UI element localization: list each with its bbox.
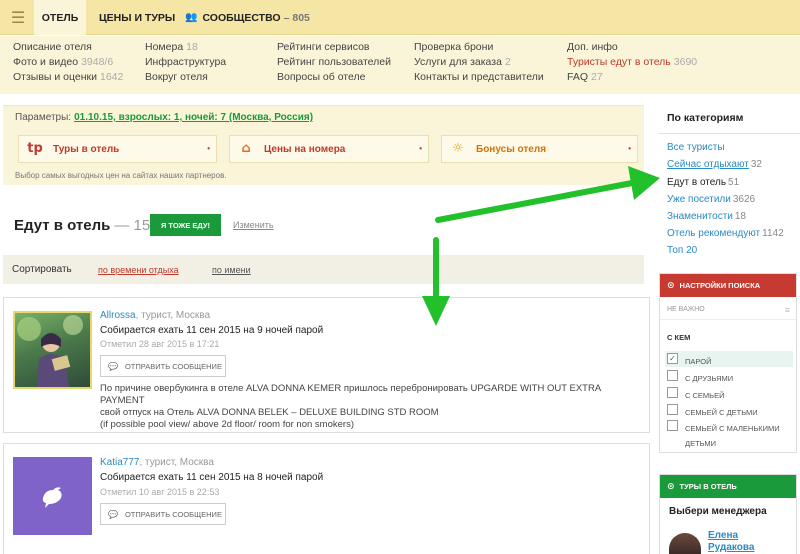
submenu-item[interactable]: Описание отеля: [13, 41, 92, 53]
sidebar-title: По категориям: [667, 112, 744, 124]
option-couple[interactable]: ✓ ПАРОЙ: [665, 351, 793, 367]
traveler-name-line: Allrossa, турист, Москва: [100, 310, 211, 321]
checkbox-icon[interactable]: [667, 404, 678, 415]
search-settings-widget: ⊙ НАСТРОЙКИ ПОИСКА НЕ ВАЖНО ≡ С КЕМ ✓ ПА…: [659, 273, 797, 453]
submenu-item[interactable]: FAQ 27: [567, 71, 603, 83]
option-friends[interactable]: С ДРУЗЬЯМИ: [665, 368, 793, 384]
choose-manager-label: Выбери менеджера: [669, 506, 767, 517]
circle-icon: ⊙: [667, 481, 675, 492]
me-too-button[interactable]: Я ТОЖЕ ЕДУ!: [150, 214, 221, 236]
change-link[interactable]: Изменить: [233, 220, 274, 230]
tab-prices-tours[interactable]: ЦЕНЫ И ТУРЫ: [99, 0, 175, 35]
avatar[interactable]: [13, 457, 92, 535]
dot-icon: •: [207, 144, 210, 153]
bird-icon: [42, 487, 62, 508]
divider: [659, 133, 800, 134]
category-visited[interactable]: Уже посетили 3626: [667, 194, 755, 205]
traveler-name-link[interactable]: Katia777: [100, 457, 139, 468]
submenu-item[interactable]: Фото и видео 3948/6: [13, 56, 113, 68]
submenu-item[interactable]: Проверка брони: [414, 41, 493, 53]
option-family[interactable]: С СЕМЬЕЙ: [665, 385, 793, 401]
category-now-resting[interactable]: Сейчас отдыхают 32: [667, 159, 762, 170]
hotel-submenu: Описание отеля Фото и видео 3948/6 Отзывы…: [0, 36, 800, 94]
search-params-panel: Параметры: 01.10.15, взрослых: 1, ночей: …: [3, 105, 644, 185]
hotel-bonuses-button[interactable]: ☼ Бонусы отеля •: [441, 135, 638, 163]
submenu-item[interactable]: Номера 18: [145, 41, 198, 53]
avatar[interactable]: [13, 311, 92, 389]
traveler-description: По причине овербукинга в отеле ALVA DONN…: [100, 383, 601, 430]
traveler-name-link[interactable]: Allrossa: [100, 310, 136, 321]
marked-date: Отметил 28 авг 2015 в 17:21: [100, 339, 220, 349]
room-prices-button[interactable]: ⌂ Цены на номера •: [229, 135, 429, 163]
search-settings-header[interactable]: ⊙ НАСТРОЙКИ ПОИСКА: [660, 274, 796, 297]
checkbox-icon[interactable]: [667, 420, 678, 431]
marked-date: Отметил 10 авг 2015 в 22:53: [100, 487, 220, 497]
avatar-illustration: [17, 315, 83, 387]
submenu-item[interactable]: Контакты и представители: [414, 71, 544, 83]
tours-widget-header[interactable]: ⊙ ТУРЫ В ОТЕЛЬ: [660, 475, 796, 498]
dot-icon: •: [419, 144, 422, 153]
checkbox-checked-icon[interactable]: ✓: [667, 353, 678, 364]
submenu-item[interactable]: Услуги для заказа 2: [414, 56, 511, 68]
traveler-card: Katia777, турист, Москва Собирается ехат…: [3, 443, 650, 554]
category-celebrities[interactable]: Знаменитости 18: [667, 211, 746, 222]
category-all[interactable]: Все туристы: [667, 142, 725, 153]
sort-bar: Сортировать по времени отдыха по имени: [3, 255, 644, 284]
trip-info: Собирается ехать 11 сен 2015 на 9 ночей …: [100, 325, 324, 336]
manager-name-link[interactable]: Елена Рудакова: [708, 530, 754, 554]
tp-logo-icon: tp: [27, 141, 43, 156]
submenu-item[interactable]: Доп. инфо: [567, 41, 618, 53]
chat-bubble-icon: 💬: [108, 361, 118, 371]
manager-avatar[interactable]: [669, 533, 701, 554]
sort-label: Сортировать: [12, 264, 72, 275]
submenu-item[interactable]: Рейтинги сервисов: [277, 41, 370, 53]
send-message-button[interactable]: 💬 ОТПРАВИТЬ СООБЩЕНИЕ: [100, 355, 226, 377]
submenu-item-active[interactable]: Туристы едут в отель 3690: [567, 56, 697, 68]
option-family-kids[interactable]: СЕМЬЕЙ С ДЕТЬМИ: [665, 402, 793, 418]
page-title: Едут в отель — 15: [14, 217, 151, 234]
checkbox-icon[interactable]: [667, 387, 678, 398]
submenu-item[interactable]: Рейтинг пользователей: [277, 56, 391, 68]
arrow-right: [435, 180, 635, 223]
tab-hotel[interactable]: ОТЕЛЬ: [34, 0, 86, 35]
sort-by-name-link[interactable]: по имени: [212, 265, 251, 275]
people-icon: 👥: [185, 12, 198, 23]
category-recommend[interactable]: Отель рекомендуют 1142: [667, 228, 784, 239]
sort-by-date-link[interactable]: по времени отдыха: [98, 265, 179, 275]
drag-handle-icon: ≡: [784, 305, 790, 315]
category-top-20[interactable]: Топ 20: [667, 245, 697, 256]
chat-bubble-icon: 💬: [108, 509, 118, 519]
checkbox-icon[interactable]: [667, 370, 678, 381]
house-icon: ⌂: [241, 141, 251, 156]
params-line: Параметры: 01.10.15, взрослых: 1, ночей: …: [15, 112, 314, 123]
partners-note: Выбор самых выгодных цен на сайтах наших…: [15, 171, 227, 180]
circle-icon: ⊙: [667, 280, 675, 291]
option-family-small-kids[interactable]: СЕМЬЕЙ С МАЛЕНЬКИМИ ДЕТЬМИ: [665, 418, 793, 448]
tours-widget: ⊙ ТУРЫ В ОТЕЛЬ Выбери менеджера Елена Ру…: [659, 474, 797, 554]
traveler-card: Allrossa, турист, Москва Собирается ехат…: [3, 297, 650, 433]
companion-select[interactable]: НЕ ВАЖНО ≡: [660, 300, 796, 320]
submenu-item[interactable]: Инфраструктура: [145, 56, 226, 68]
submenu-item[interactable]: Отзывы и оценки 1642: [13, 71, 123, 83]
category-going-to-hotel[interactable]: Едут в отель 51: [667, 177, 739, 188]
sun-icon: ☼: [452, 141, 464, 156]
traveler-name-line: Katia777, турист, Москва: [100, 457, 214, 468]
send-message-button[interactable]: 💬 ОТПРАВИТЬ СООБЩЕНИЕ: [100, 503, 226, 525]
submenu-item[interactable]: Вокруг отеля: [145, 71, 208, 83]
top-nav-bar: ☰ ОТЕЛЬ ЦЕНЫ И ТУРЫ 👥 СООБЩЕСТВО – 805: [0, 0, 800, 35]
tours-to-hotel-button[interactable]: tp Туры в отель •: [18, 135, 217, 163]
dot-icon: •: [628, 144, 631, 153]
trip-info: Собирается ехать 11 сен 2015 на 8 ночей …: [100, 472, 324, 483]
params-value-link[interactable]: 01.10.15, взрослых: 1, ночей: 7 (Москва,…: [74, 112, 313, 123]
hamburger-icon[interactable]: ☰: [4, 0, 32, 35]
tab-community[interactable]: 👥 СООБЩЕСТВО – 805: [185, 0, 310, 35]
with-whom-label: С КЕМ: [667, 333, 691, 342]
submenu-item[interactable]: Вопросы об отеле: [277, 71, 365, 83]
